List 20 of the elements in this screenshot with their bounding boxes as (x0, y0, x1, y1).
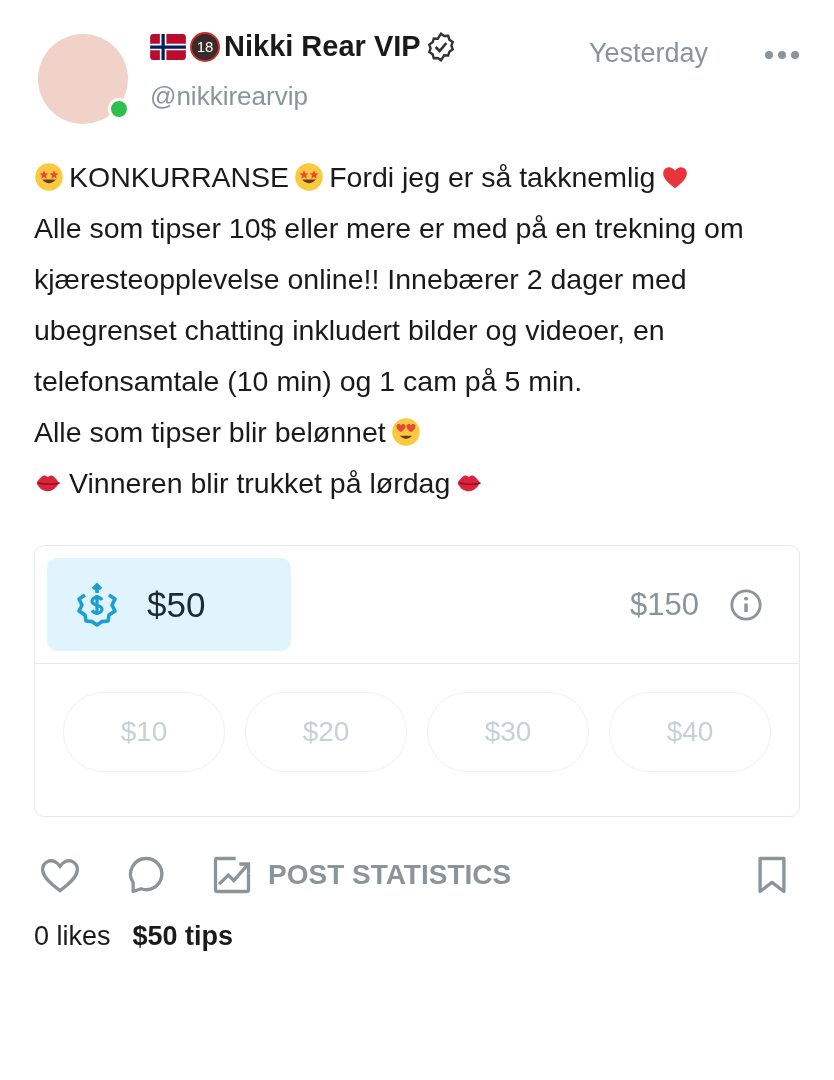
post-text: Fordi jeg er så takknemlig (329, 161, 656, 193)
likes-count: 0 likes (34, 921, 111, 952)
post-statistics-button[interactable]: POST STATISTICS (210, 853, 512, 897)
star-struck-emoji-icon (294, 162, 325, 192)
post-text: Vinneren blir trukket på lørdag (69, 467, 451, 499)
age-badge: 18 (190, 31, 220, 62)
post-text: KONKURRANSE (69, 161, 290, 193)
post-text: Alle som tipser 10$ eller mere er med på en trekning om kjæresteopplevelse online!! Innebærer 2 dager med ubegrenset chatting inkludert bilder og videoer, en telefonsamtale (10 min) og 1 cam på 5 min. (34, 212, 744, 397)
heart-eyes-emoji-icon (390, 417, 421, 447)
tips-raised: $50 (47, 558, 291, 651)
flag-icon (150, 33, 186, 60)
author-name[interactable]: Nikki Rear VIP (224, 30, 421, 63)
post-text: Alle som tipser blir belønnet (34, 416, 386, 448)
more-icon[interactable] (764, 50, 800, 60)
star-struck-emoji-icon (34, 162, 64, 192)
info-icon[interactable] (729, 587, 763, 622)
author-handle[interactable]: @nikkirearvip (150, 81, 567, 112)
tips-goal: $150 (630, 586, 699, 623)
post-time: Yesterday (588, 38, 708, 70)
tips-total: $50 tips (132, 921, 234, 952)
